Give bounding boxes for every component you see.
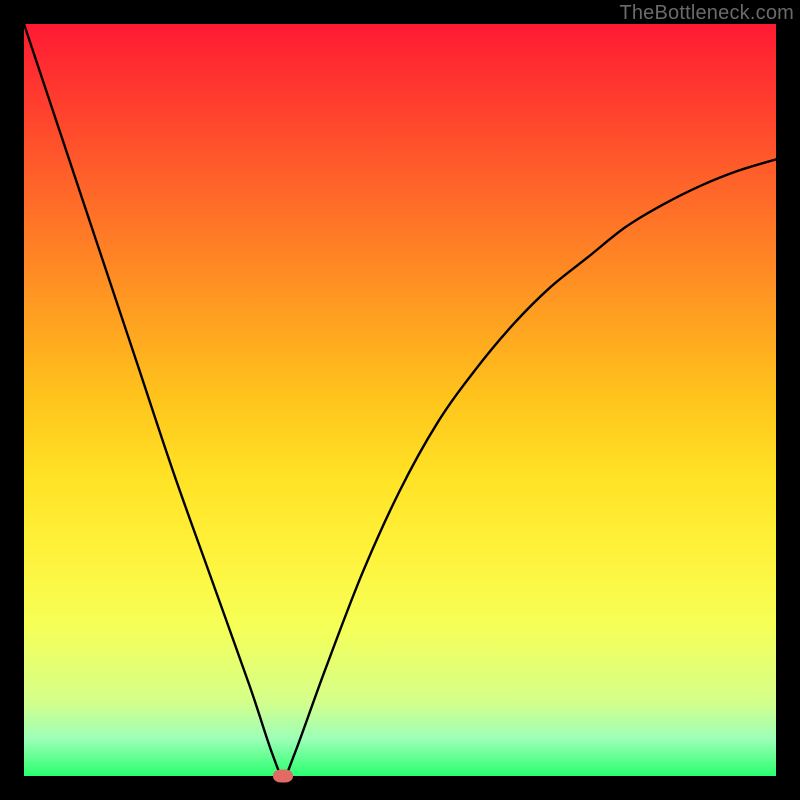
chart-frame: TheBottleneck.com [0,0,800,800]
watermark-text: TheBottleneck.com [619,2,794,25]
bottleneck-curve [24,24,776,776]
curve-svg [24,24,776,776]
plot-area [24,24,776,776]
optimal-point-marker [273,770,293,783]
